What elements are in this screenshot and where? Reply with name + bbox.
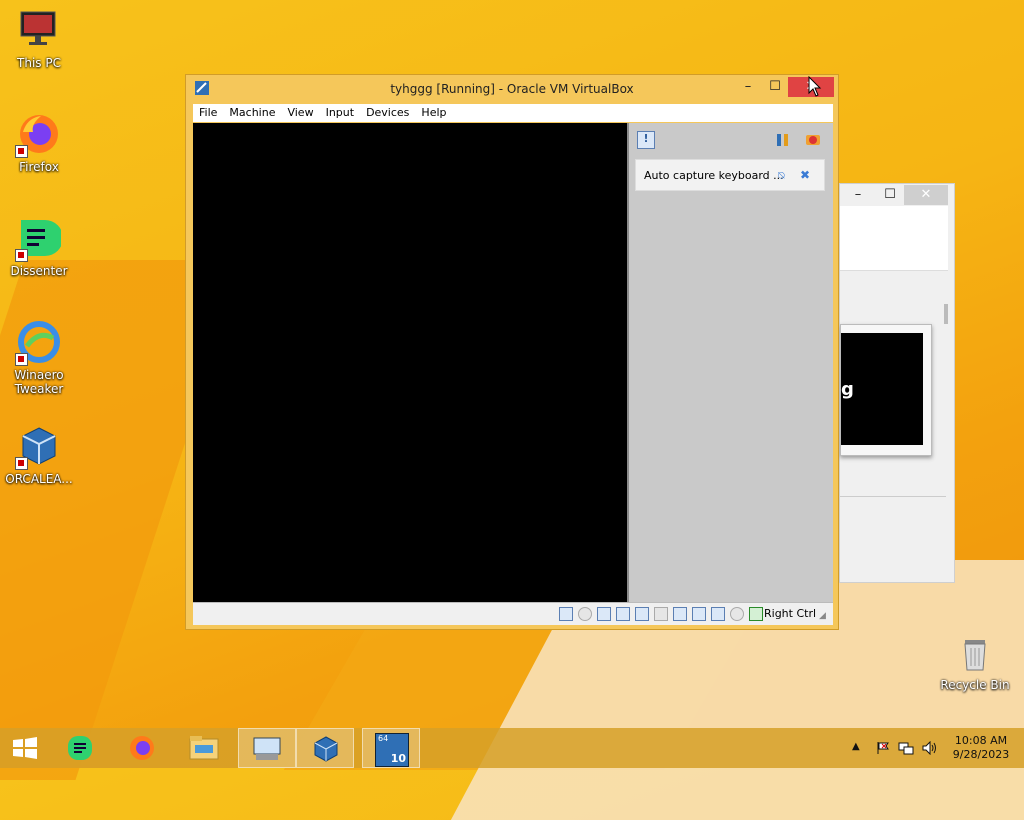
preview-screen: g — [841, 333, 923, 445]
start-button[interactable] — [0, 728, 50, 768]
minimize-button[interactable]: – — [844, 185, 872, 205]
menu-file[interactable]: File — [193, 104, 223, 122]
keyboard-capture-icon[interactable] — [749, 607, 763, 621]
monitor-icon — [17, 8, 61, 52]
virtualbox-window[interactable]: tyhggg [Running] - Oracle VM VirtualBox … — [185, 74, 839, 630]
desktop-icon-label: Dissenter — [10, 264, 68, 278]
virtualbox-icon — [15, 424, 61, 470]
content-panel — [840, 206, 948, 271]
preview-frame: g — [840, 324, 932, 456]
desktop-icon-this-pc[interactable]: This PC — [4, 8, 74, 70]
shortcut-arrow-icon — [15, 145, 28, 158]
shared-folders-icon[interactable] — [654, 607, 668, 621]
menu-devices[interactable]: Devices — [360, 104, 415, 122]
cpu-icon[interactable] — [711, 607, 725, 621]
taskbar-virtualbox-manager[interactable] — [296, 728, 354, 768]
notification-item[interactable]: Auto capture keyboard ... ⍉ ✖ — [635, 159, 825, 191]
menu-machine[interactable]: Machine — [223, 104, 281, 122]
shortcut-arrow-icon — [15, 249, 28, 262]
taskbar: 64 10 ▲ 10:08 AM 9/28/2023 — [0, 728, 1024, 768]
taskbar-firefox[interactable] — [114, 728, 172, 768]
menu-view[interactable]: View — [281, 104, 319, 122]
network-tray-icon[interactable] — [898, 741, 914, 755]
background-window[interactable]: – ☐ ✕ g — [839, 183, 955, 583]
hard-disk-icon[interactable] — [559, 607, 573, 621]
sort-icon[interactable] — [775, 132, 791, 148]
desktop-icon-dissenter[interactable]: Dissenter — [4, 216, 74, 278]
desktop-icon-label: Winaero Tweaker — [14, 368, 64, 396]
desktop-icon-label: ORCALEA... — [5, 472, 73, 486]
clock-date: 9/28/2023 — [952, 748, 1010, 761]
resize-grip-icon[interactable]: ◢ — [819, 611, 826, 621]
scrollbar[interactable] — [944, 304, 948, 324]
shortcut-arrow-icon — [15, 353, 28, 366]
notification-text: Auto capture keyboard ... — [644, 169, 784, 182]
clock-time: 10:08 AM — [954, 734, 1008, 747]
audio-icon[interactable] — [597, 607, 611, 621]
desktop-icon-firefox[interactable]: Firefox — [4, 112, 74, 174]
clock[interactable]: 10:08 AM 9/28/2023 — [946, 734, 1016, 762]
host-key-label[interactable]: Right Ctrl — [764, 607, 816, 620]
maximize-button[interactable]: ☐ — [876, 185, 904, 205]
desktop-icon-label: This PC — [17, 56, 61, 70]
vm-os-icon: 64 10 — [375, 733, 409, 767]
notification-center: ! Auto capture keyboard ... ⍉ ✖ — [627, 123, 833, 602]
mouse-integration-icon[interactable] — [730, 607, 744, 621]
show-hidden-icons-icon[interactable]: ▲ — [852, 741, 866, 755]
divider — [840, 496, 946, 497]
taskbar-dissenter[interactable] — [52, 728, 110, 768]
recycle-bin-icon — [957, 634, 993, 674]
taskbar-on-screen-keyboard[interactable] — [238, 728, 296, 768]
status-bar: Right Ctrl ◢ — [193, 602, 833, 625]
desktop-icon-label: Firefox — [19, 160, 59, 174]
vm-display[interactable] — [193, 123, 627, 602]
close-icon[interactable]: ✖ — [800, 168, 810, 182]
clear-all-icon[interactable] — [805, 132, 821, 148]
firefox-icon — [15, 112, 61, 158]
optical-drive-icon[interactable] — [578, 607, 592, 621]
desktop-icon-recycle-bin[interactable]: Recycle Bin — [940, 634, 1010, 692]
desktop-icon-winaero[interactable]: Winaero Tweaker — [4, 320, 74, 396]
mouse-cursor-icon — [808, 75, 822, 101]
menu-input[interactable]: Input — [320, 104, 360, 122]
display-icon[interactable] — [673, 607, 687, 621]
maximize-button[interactable]: ☐ — [761, 77, 789, 97]
dissenter-icon — [15, 216, 63, 262]
winaero-icon — [15, 320, 61, 366]
dont-show-icon[interactable]: ⍉ — [778, 169, 785, 183]
menu-help[interactable]: Help — [415, 104, 452, 122]
desktop-icon-label: Recycle Bin — [940, 678, 1010, 692]
taskbar-file-explorer[interactable] — [176, 728, 234, 768]
menu-bar: File Machine View Input Devices Help — [193, 104, 833, 122]
action-center-flag-icon[interactable] — [876, 741, 890, 755]
shortcut-arrow-icon — [15, 457, 28, 470]
title-bar[interactable]: tyhggg [Running] - Oracle VM VirtualBox … — [186, 75, 838, 103]
recording-icon[interactable] — [692, 607, 706, 621]
close-button[interactable]: ✕ — [904, 185, 948, 205]
network-icon[interactable] — [616, 607, 630, 621]
desktop-icon-orcalea[interactable]: ORCALEA... — [4, 424, 74, 486]
volume-icon[interactable] — [922, 740, 936, 756]
usb-icon[interactable] — [635, 607, 649, 621]
notification-toggle-icon[interactable]: ! — [637, 131, 655, 149]
taskbar-vm-window[interactable]: 64 10 — [362, 728, 420, 768]
minimize-button[interactable]: – — [734, 77, 762, 97]
